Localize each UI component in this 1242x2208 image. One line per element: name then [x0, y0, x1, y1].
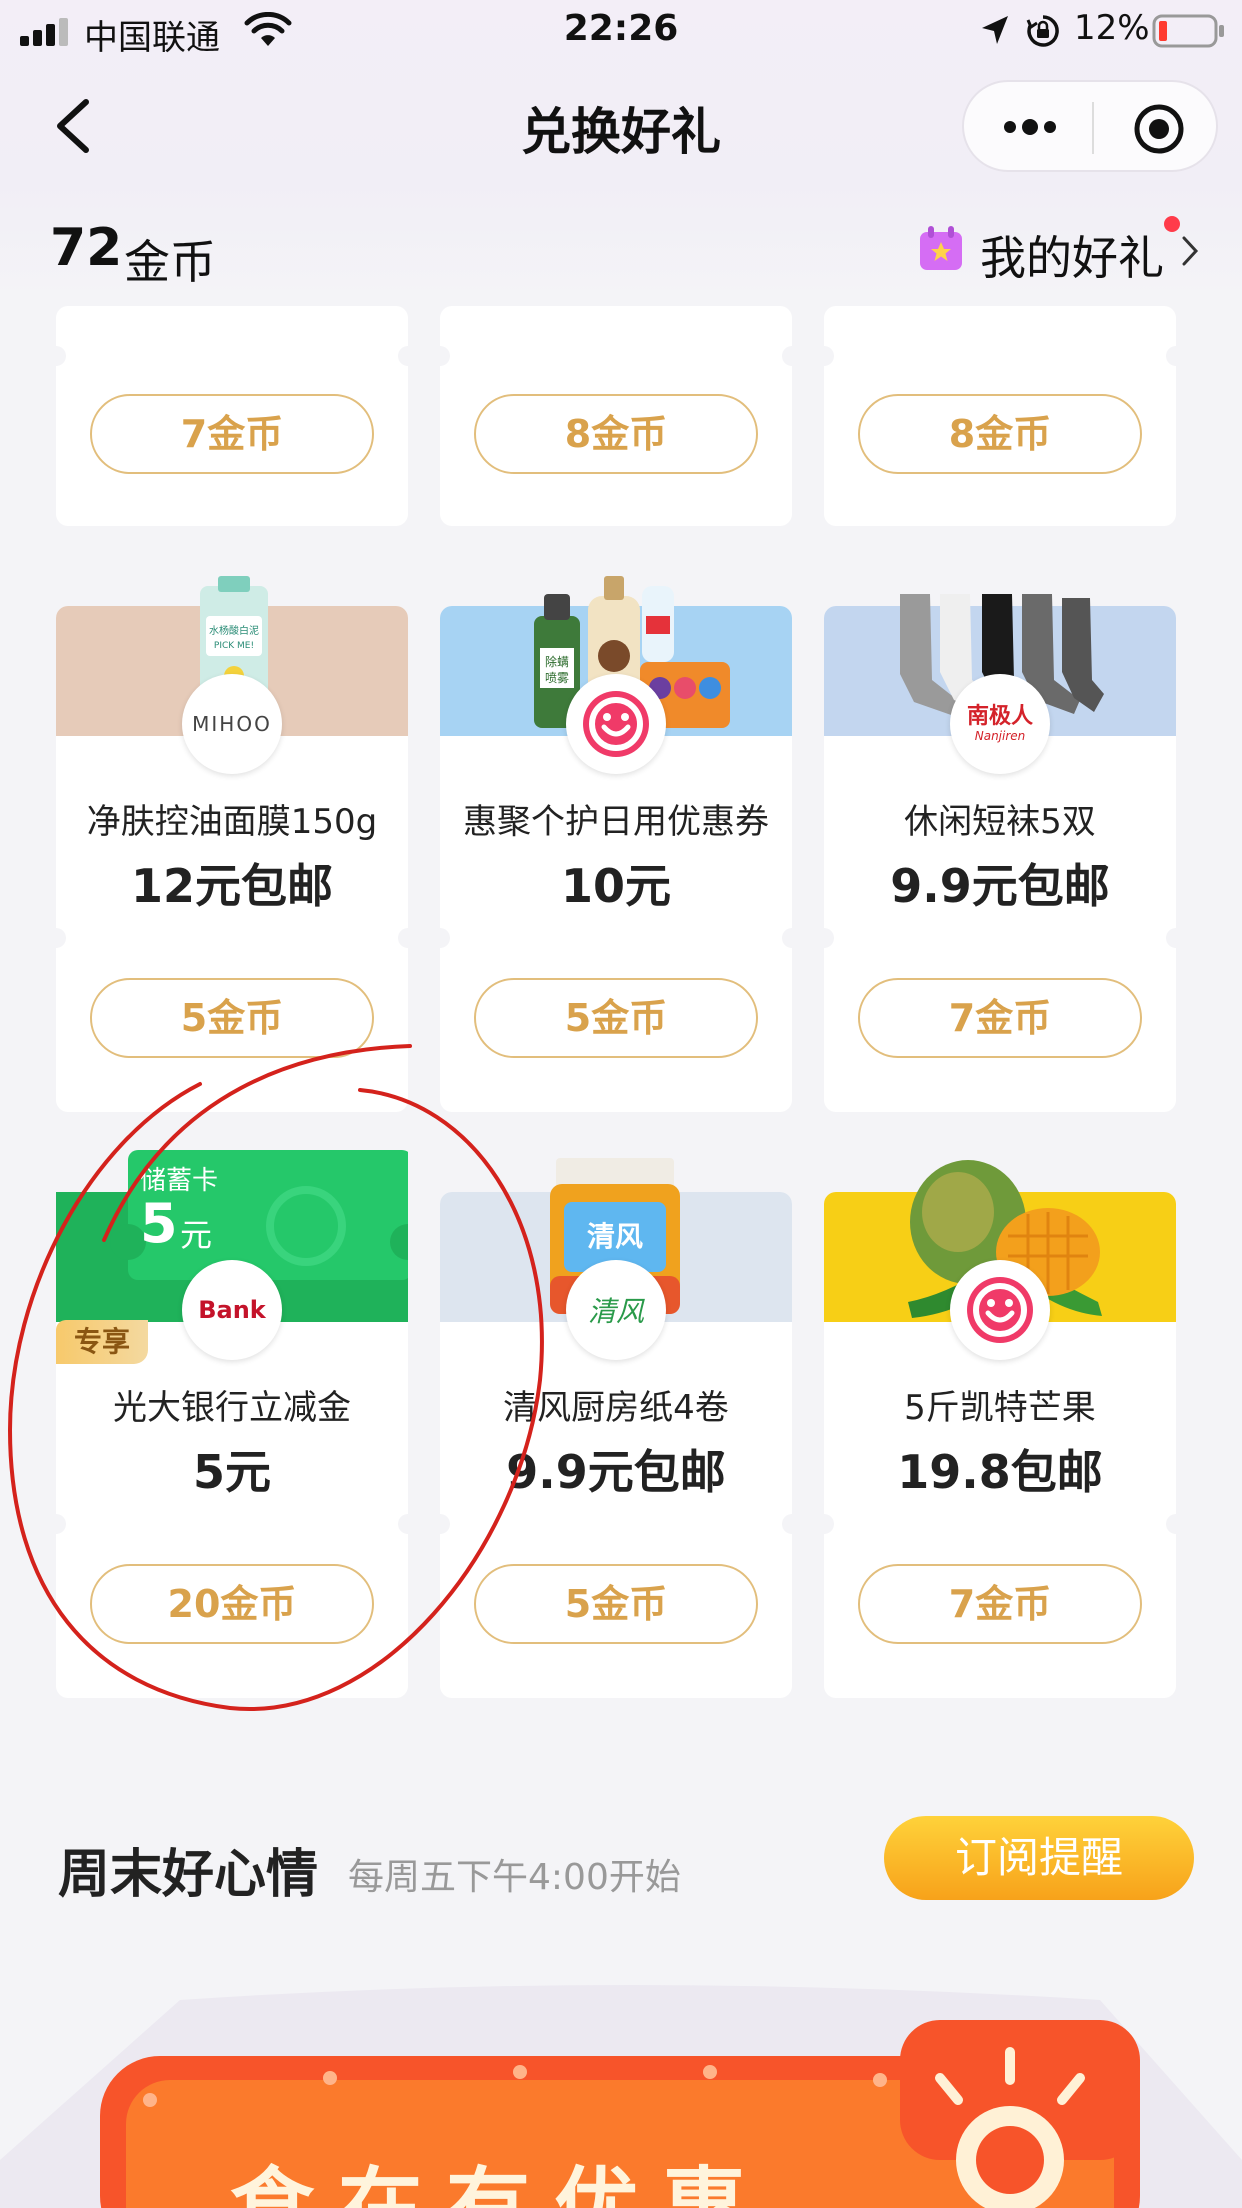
- brand-logo-bank: Bank: [182, 1260, 282, 1360]
- redeem-button[interactable]: 20金币: [90, 1564, 374, 1644]
- card-notch: [1166, 346, 1186, 366]
- product-price: 5元: [192, 1445, 271, 1499]
- card-notch: [430, 1514, 450, 1534]
- promo-banner-title: 食在有优惠: [230, 2158, 771, 2208]
- product-card[interactable]: 除螨 喷雾 惠聚个护日用优惠券 10元 5金币: [430, 576, 802, 1112]
- smile-logo-icon: [583, 691, 649, 757]
- redeem-button[interactable]: 7金币: [858, 1564, 1142, 1644]
- card-notch: [46, 928, 66, 948]
- svg-text:喷雾: 喷雾: [545, 671, 569, 685]
- section-subtitle: 每周五下午4:00开始: [348, 1857, 681, 1898]
- redeem-button[interactable]: 5金币: [474, 1564, 758, 1644]
- brand-logo-huiju: [566, 674, 666, 774]
- brand-logo-huiju: [950, 1260, 1050, 1360]
- location-icon: [982, 16, 1008, 44]
- product-card[interactable]: 8金币: [430, 306, 802, 526]
- product-name: 惠聚个护日用优惠券: [463, 802, 769, 842]
- card-notch: [46, 346, 66, 366]
- coin-unit: 金币: [124, 235, 216, 289]
- coin-balance: 72: [50, 218, 123, 278]
- product-card[interactable]: 清风 清风 清风厨房纸4卷 9.9元包邮 5金币: [430, 1158, 802, 1698]
- svg-text:PICK ME!: PICK ME!: [214, 641, 254, 651]
- card-notch: [398, 346, 418, 366]
- brand-logo-text: MIHOO: [192, 712, 272, 736]
- card-notch: [1166, 928, 1186, 948]
- redeem-button[interactable]: 7金币: [90, 394, 374, 474]
- product-price: 9.9元包邮: [890, 859, 1110, 913]
- product-price: 9.9元包邮: [506, 1445, 726, 1499]
- product-card[interactable]: 储蓄卡 5 元 Bank 专享 光大银行立减金 5元 20金币: [46, 1150, 418, 1698]
- card-notch: [782, 1514, 802, 1534]
- battery-icon: [1152, 14, 1224, 48]
- product-price: 19.8包邮: [897, 1445, 1103, 1499]
- card-notch: [46, 1514, 66, 1534]
- package-text: 清风: [587, 1220, 643, 1253]
- brand-logo-text: 南极人: [966, 704, 1033, 729]
- product-card[interactable]: 水杨酸白泥 PICK ME! MIHOO 净肤控油面膜150g 12元包邮 5金…: [46, 576, 418, 1112]
- notification-dot: [1164, 216, 1180, 232]
- rotation-lock-icon: [1026, 15, 1059, 47]
- my-gifts-label: 我的好礼: [980, 231, 1164, 285]
- card-notch: [782, 346, 802, 366]
- brand-logo-text: 清风: [587, 1295, 644, 1328]
- redeem-button[interactable]: 8金币: [858, 394, 1142, 474]
- status-bar: 中国联通 22:26 12%: [0, 0, 1242, 62]
- redeem-button[interactable]: 5金币: [474, 978, 758, 1058]
- product-name: 5斤凯特芒果: [904, 1388, 1096, 1428]
- brand-logo-subtext: Nanjiren: [974, 729, 1026, 743]
- card-notch: [430, 928, 450, 948]
- voucher-amount: 5: [140, 1192, 178, 1255]
- product-card[interactable]: 5斤凯特芒果 19.8包邮 7金币: [814, 1160, 1186, 1698]
- product-name: 休闲短袜5双: [904, 802, 1096, 842]
- card-notch: [782, 928, 802, 948]
- product-price: 12元包邮: [130, 859, 333, 913]
- product-name: 净肤控油面膜150g: [86, 802, 378, 842]
- product-price: 10元: [560, 859, 671, 913]
- gift-calendar-icon: [920, 226, 962, 270]
- chevron-right-icon: [1182, 236, 1199, 266]
- capsule-divider: [1092, 102, 1094, 154]
- brand-logo-nanjiren: 南极人 Nanjiren: [950, 674, 1050, 774]
- card-notch: [430, 346, 450, 366]
- redeem-button[interactable]: 7金币: [858, 978, 1142, 1058]
- brand-logo-mihoo: MIHOO: [182, 674, 282, 774]
- svg-text:水杨酸白泥: 水杨酸白泥: [209, 624, 259, 637]
- card-notch: [814, 1514, 834, 1534]
- miniprogram-capsule: [962, 80, 1218, 172]
- close-miniprogram-icon[interactable]: [1132, 102, 1186, 156]
- exclusive-badge: 专享: [56, 1320, 148, 1364]
- smile-logo-icon: [967, 1277, 1033, 1343]
- product-name: 光大银行立减金: [113, 1388, 351, 1428]
- svg-text:除螨: 除螨: [545, 654, 569, 669]
- card-notch: [814, 346, 834, 366]
- product-card[interactable]: 南极人 Nanjiren 休闲短袜5双 9.9元包邮 7金币: [814, 594, 1186, 1112]
- redeem-button[interactable]: 8金币: [474, 394, 758, 474]
- more-icon[interactable]: [1000, 110, 1060, 144]
- brand-logo-qingfeng: 清风: [566, 1260, 666, 1360]
- product-card[interactable]: 7金币: [46, 306, 418, 526]
- card-notch: [814, 928, 834, 948]
- voucher-unit: 元: [180, 1216, 213, 1254]
- brand-logo-text: Bank: [198, 1296, 266, 1324]
- subscribe-reminder-button[interactable]: 订阅提醒: [884, 1816, 1194, 1900]
- product-card[interactable]: 8金币: [814, 306, 1186, 526]
- section-title: 周末好心情: [58, 1845, 319, 1905]
- card-notch: [1166, 1514, 1186, 1534]
- card-notch: [398, 928, 418, 948]
- redeem-button[interactable]: 5金币: [90, 978, 374, 1058]
- battery-percent: 12%: [1074, 8, 1150, 48]
- product-name: 清风厨房纸4卷: [503, 1388, 729, 1428]
- card-notch: [398, 1514, 418, 1534]
